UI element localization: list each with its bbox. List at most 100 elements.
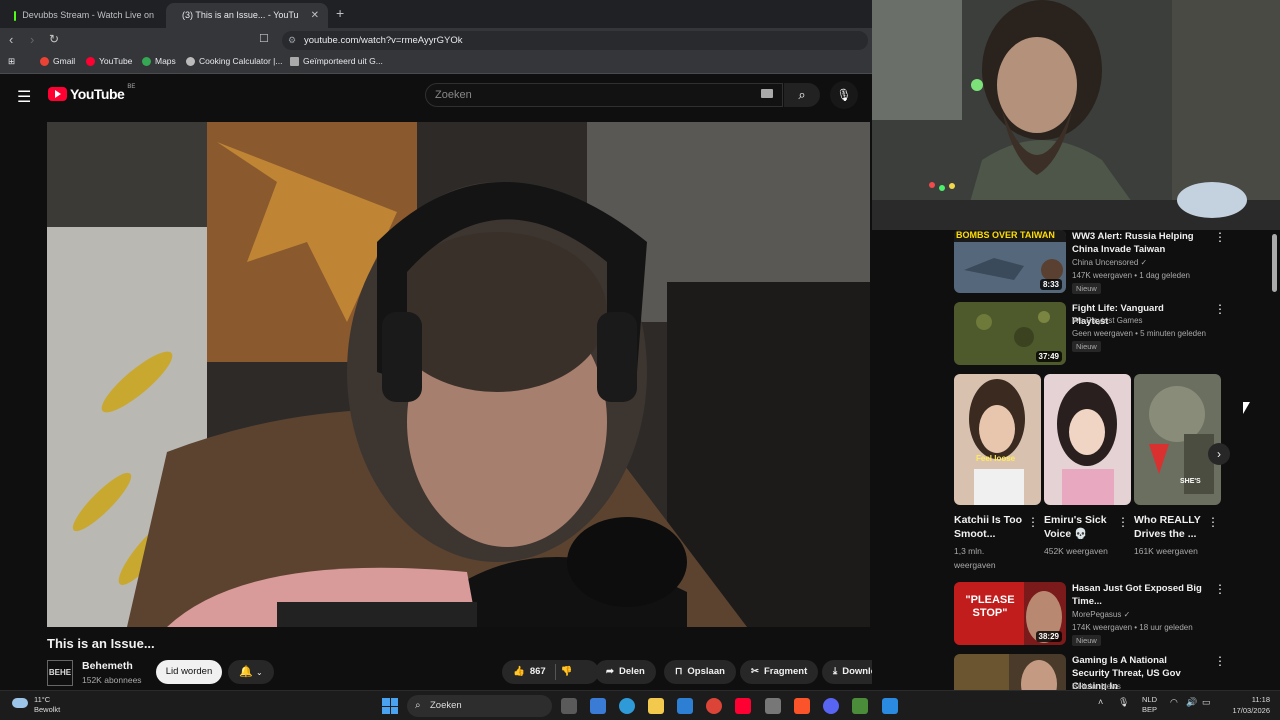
short-views: 452K weergaven [1044,546,1108,556]
bookmark-gmail[interactable]: Gmail [40,56,75,66]
close-tab-icon[interactable]: ✕ [311,3,319,28]
like-button[interactable]: 👍 867 [513,660,546,684]
channel-name[interactable]: Bellular News [1072,682,1121,690]
apps-grid-icon[interactable]: ⊞ [8,56,15,67]
short-thumbnail[interactable]: Feel loose [954,374,1041,505]
bookmark-icon[interactable]: ☐ [259,32,269,45]
chevron-down-icon: ⌄ [256,668,263,677]
brave-icon[interactable] [794,698,810,714]
tab-youtube-video[interactable]: (3) This is an Issue... - YouTu ✕ [166,3,328,28]
video-player[interactable] [47,122,870,627]
video-thumbnail[interactable]: 37:49 [954,302,1066,365]
calculator-icon[interactable] [765,698,781,714]
short-thumbnail[interactable]: SHE'S [1134,374,1221,505]
thumbnail-image [954,374,1041,505]
sidebar-scrollbar[interactable] [1271,230,1279,690]
youtube-app-icon[interactable] [735,698,751,714]
share-button[interactable]: ➦ Delen [595,660,656,684]
weather-widget[interactable]: 11°C Bewolkt [12,695,60,715]
search-icon: ⌕ [415,700,421,711]
video-thumbnail[interactable] [954,654,1066,690]
scroll-thumb[interactable] [1272,234,1277,292]
hamburger-menu-icon[interactable]: ☰ [17,87,31,107]
channel-avatar[interactable]: BEHE [47,660,73,686]
join-button[interactable]: Lid worden [156,660,222,684]
dislike-button[interactable]: 👎 [561,660,573,684]
recommended-video[interactable]: 37:49 Fight Life: Vanguard Playtest We P… [954,302,1226,374]
short-item[interactable]: SHE'S Who REALLY Drives the ... 161K wee… [1134,374,1221,558]
more-vert-icon[interactable]: ⋮ [1027,515,1039,529]
clip-button[interactable]: ✂ Fragment [740,660,819,684]
app-icon[interactable] [852,698,868,714]
verified-icon: ✓ [1123,610,1131,619]
more-vert-icon[interactable]: ⋮ [1214,302,1226,316]
video-meta: 174K weergaven • 18 uur geleden [1072,623,1193,632]
logo-text: YouTube [70,86,125,102]
channel-name[interactable]: China Uncensored ✓ [1072,258,1147,267]
short-title[interactable]: Who REALLY Drives the ... [1134,513,1206,541]
search-button[interactable]: ⌕ [784,83,820,107]
chrome-icon[interactable] [706,698,722,714]
bookmark-imported-folder[interactable]: Geïmporteerd uit G... [290,56,383,66]
store-icon[interactable] [590,698,606,714]
bookmark-youtube[interactable]: YouTube [86,56,132,66]
channel-name[interactable]: MorePegasus ✓ [1072,610,1130,619]
reload-icon[interactable]: ↻ [49,32,59,46]
recommended-video[interactable]: Gaming Is A National Security Threat, US… [954,654,1226,690]
clock[interactable]: 11:18 17/03/2026 [1232,694,1270,716]
mail-icon[interactable] [677,698,693,714]
short-title[interactable]: Emiru's Sick Voice 💀 [1044,513,1116,541]
more-vert-icon[interactable]: ⋮ [1207,515,1219,529]
task-view-icon[interactable] [561,698,577,714]
search-input[interactable]: Zoeken [425,83,783,107]
site-settings-icon[interactable]: ⚙ [288,31,296,50]
microphone-icon[interactable]: 🎙 [1118,697,1129,708]
discord-icon[interactable] [823,698,839,714]
more-vert-icon[interactable]: ⋮ [1214,582,1226,596]
video-title[interactable]: WW3 Alert: Russia Helping China Invade T… [1072,230,1202,256]
volume-icon[interactable]: 🔊 [1186,697,1197,708]
clock-time: 11:18 [1251,695,1270,704]
back-icon[interactable]: ‹ [9,32,13,47]
keyboard-icon[interactable] [761,89,773,98]
video-title: This is an Issue... [47,636,155,651]
save-button[interactable]: ⊓ Opslaan [664,660,736,684]
short-item[interactable]: Feel loose Katchii Is Too Smoot... 1,3 m… [954,374,1041,572]
notification-bell-button[interactable]: 🔔 ⌄ [228,660,274,684]
chevron-right-icon[interactable]: › [1208,443,1230,465]
forward-icon[interactable]: › [30,32,34,47]
address-bar-input[interactable]: ⚙ youtube.com/watch?v=rmeAyyrGYOk [282,31,868,50]
search-placeholder: Zoeken [435,89,472,101]
short-item[interactable]: Emiru's Sick Voice 💀 452K weergaven ⋮ [1044,374,1131,558]
plus-icon[interactable]: + [336,5,344,21]
share-icon: ➦ [606,666,614,677]
video-thumbnail[interactable]: BOMBS OVER TAIWAN 8:33 [954,230,1066,293]
chevron-up-icon[interactable]: ˄ [1098,697,1103,707]
more-vert-icon[interactable]: ⋮ [1214,230,1226,244]
short-title[interactable]: Katchii Is Too Smoot... [954,513,1026,541]
tab-label: (3) This is an Issue... - YouTu [182,10,299,20]
file-explorer-icon[interactable] [648,698,664,714]
app-icon[interactable] [882,698,898,714]
more-vert-icon[interactable]: ⋮ [1117,515,1129,529]
channel-name[interactable]: We Playtest Games [1072,316,1143,325]
short-thumbnail[interactable] [1044,374,1131,505]
channel-name[interactable]: Behemeth [82,660,133,672]
tab-devubbs-stream[interactable]: Devubbs Stream - Watch Live on [4,3,164,28]
wifi-icon[interactable]: ◠ [1170,697,1178,708]
battery-icon[interactable]: ▭ [1202,697,1211,708]
taskbar-search[interactable]: ⌕ Zoeken [407,695,552,717]
bookmark-maps[interactable]: Maps [142,56,176,66]
recommended-video[interactable]: "PLEASE STOP" 38:29 Hasan Just Got Expos… [954,582,1226,654]
video-title[interactable]: Hasan Just Got Exposed Big Time... [1072,582,1202,608]
voice-search-button[interactable]: 🎙 [830,81,858,109]
edge-icon[interactable] [619,698,635,714]
more-vert-icon[interactable]: ⋮ [1214,654,1226,668]
video-meta: Geen weergaven • 5 minuten geleden [1072,329,1207,338]
language-indicator[interactable]: NLD BEP [1142,695,1157,715]
youtube-logo[interactable]: YouTube BE [48,84,135,102]
video-thumbnail[interactable]: "PLEASE STOP" 38:29 [954,582,1066,645]
bookmark-cooking-calculator[interactable]: Cooking Calculator |... [186,56,282,66]
recommended-video[interactable]: BOMBS OVER TAIWAN 8:33 WW3 Alert: Russia… [954,230,1226,302]
windows-start-icon[interactable] [382,698,398,714]
